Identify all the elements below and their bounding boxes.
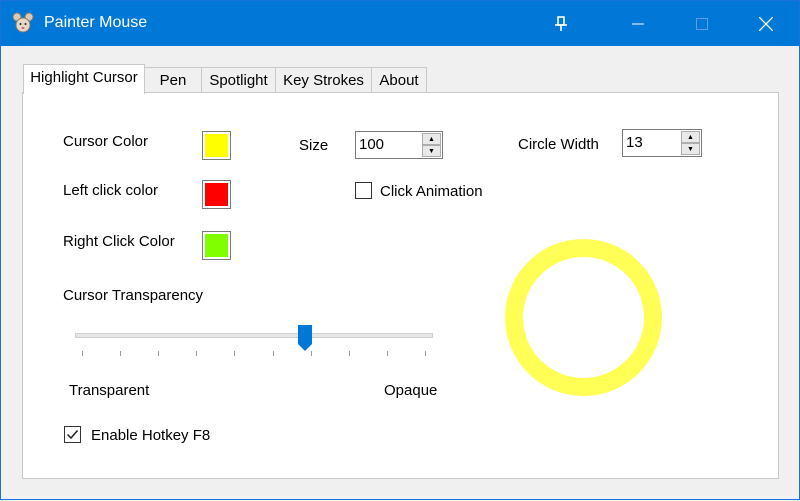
size-value[interactable]: 100 <box>359 136 384 153</box>
right-click-color-swatch[interactable] <box>202 231 231 260</box>
up-arrow-icon: ▲ <box>687 133 694 141</box>
close-icon <box>759 16 773 31</box>
left-click-color-fill <box>205 183 228 206</box>
checkmark-icon <box>66 430 79 440</box>
cursor-color-swatch[interactable] <box>202 131 231 160</box>
tab-highlight-cursor[interactable]: Highlight Cursor <box>23 64 145 94</box>
tab-pen[interactable]: Pen <box>144 67 202 93</box>
close-button[interactable] <box>743 1 789 46</box>
circle-width-spinner[interactable]: 13 ▲ ▼ <box>622 129 702 157</box>
tab-spotlight[interactable]: Spotlight <box>201 67 276 93</box>
click-animation-checkbox[interactable] <box>355 182 372 199</box>
tab-label: Pen <box>159 72 187 89</box>
right-click-color-fill <box>205 234 228 257</box>
pin-icon <box>555 15 567 31</box>
left-click-color-swatch[interactable] <box>202 180 231 209</box>
enable-hotkey-checkbox[interactable] <box>64 426 81 443</box>
circle-width-down-button[interactable]: ▼ <box>681 143 700 155</box>
maximize-button[interactable] <box>679 1 725 46</box>
size-up-button[interactable]: ▲ <box>422 133 441 145</box>
window-title: Painter Mouse <box>44 14 148 31</box>
tab-label: Spotlight <box>209 72 268 89</box>
title-bar[interactable]: Painter Mouse <box>1 1 799 46</box>
pin-button[interactable] <box>538 1 584 46</box>
size-spinner[interactable]: 100 ▲ ▼ <box>355 131 443 159</box>
down-arrow-icon: ▼ <box>428 147 435 155</box>
mouse-app-icon <box>12 12 34 34</box>
app-window: Painter Mouse Highlight Cursor Pen Spotl… <box>0 0 800 500</box>
size-down-button[interactable]: ▼ <box>422 145 441 157</box>
up-arrow-icon: ▲ <box>428 135 435 143</box>
circle-width-value[interactable]: 13 <box>626 134 643 151</box>
cursor-color-fill <box>205 134 228 157</box>
tab-key-strokes[interactable]: Key Strokes <box>275 67 372 93</box>
circle-width-up-button[interactable]: ▲ <box>681 131 700 143</box>
maximize-icon <box>696 17 708 30</box>
tab-label: Key Strokes <box>283 72 364 89</box>
minimize-icon <box>632 23 644 24</box>
tab-label: About <box>379 72 419 89</box>
minimize-button[interactable] <box>615 1 661 46</box>
tab-about[interactable]: About <box>371 67 427 93</box>
tab-label: Highlight Cursor <box>30 69 138 86</box>
down-arrow-icon: ▼ <box>687 145 694 153</box>
